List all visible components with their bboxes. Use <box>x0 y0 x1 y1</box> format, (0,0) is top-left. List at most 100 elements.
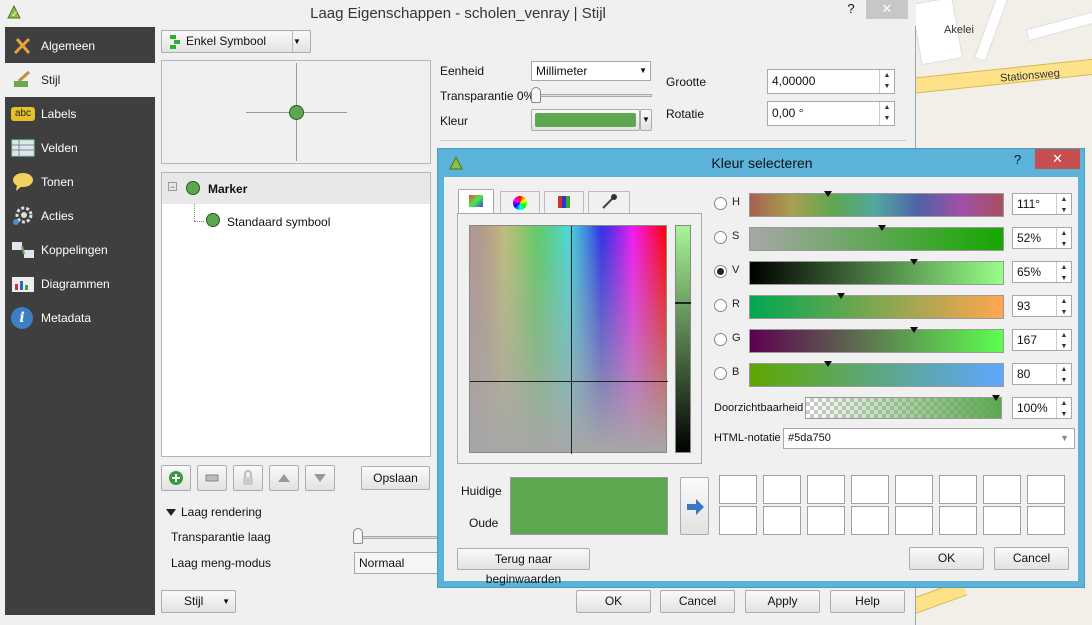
dialog-help-button[interactable]: ? <box>1014 152 1021 167</box>
lock-icon[interactable] <box>233 465 263 491</box>
channel-input[interactable]: 111° ▲ ▼ <box>1012 193 1072 215</box>
expand-icon[interactable] <box>166 506 176 516</box>
move-up-button[interactable] <box>269 465 299 491</box>
sidebar-item-acties[interactable]: Acties <box>5 199 155 233</box>
channel-radio[interactable] <box>714 265 727 278</box>
channel-radio[interactable] <box>714 299 727 312</box>
channel-input[interactable]: 52% ▲ ▼ <box>1012 227 1072 249</box>
stijl-menu-button[interactable]: Stijl ▼ <box>161 590 236 613</box>
sidebar-item-labels[interactable]: abc Labels <box>5 97 155 131</box>
cancel-button[interactable]: Cancel <box>660 590 735 613</box>
channel-spinner[interactable]: ▲ ▼ <box>1056 296 1071 316</box>
custom-color-swatch[interactable] <box>895 475 933 504</box>
channel-slider[interactable] <box>749 259 1004 285</box>
channel-radio[interactable] <box>714 231 727 244</box>
dialog-cancel-button[interactable]: Cancel <box>994 547 1069 570</box>
custom-color-swatch[interactable] <box>939 506 977 535</box>
tree-item-marker[interactable]: − Marker <box>162 173 430 204</box>
tree-item-standaard-symbool[interactable]: Standaard symbool <box>192 211 428 233</box>
custom-color-swatch[interactable] <box>719 506 757 535</box>
size-input[interactable]: 4,00000 ▲ ▼ <box>767 69 895 94</box>
ok-button[interactable]: OK <box>576 590 651 613</box>
channel-slider-marker[interactable] <box>824 191 833 197</box>
channel-input[interactable]: 80 ▲ ▼ <box>1012 363 1072 385</box>
channel-spinner[interactable]: ▲ ▼ <box>1056 194 1071 214</box>
custom-color-swatch[interactable] <box>763 506 801 535</box>
sidebar-item-stijl[interactable]: Stijl <box>5 63 155 97</box>
channel-radio[interactable] <box>714 197 727 210</box>
opacity-input[interactable]: 100% ▲ ▼ <box>1012 397 1072 419</box>
color-dropdown-button[interactable]: ▼ <box>640 109 652 131</box>
custom-color-swatch[interactable] <box>939 475 977 504</box>
value-slider[interactable] <box>675 225 691 453</box>
channel-spinner[interactable]: ▲ ▼ <box>1056 262 1071 282</box>
opacity-slider[interactable] <box>805 395 1002 419</box>
rotation-input[interactable]: 0,00 ° ▲ ▼ <box>767 101 895 126</box>
custom-color-swatch[interactable] <box>895 506 933 535</box>
color-box[interactable] <box>469 225 668 454</box>
custom-color-swatch[interactable] <box>763 475 801 504</box>
tab-eyedropper[interactable] <box>588 191 630 213</box>
channel-slider[interactable] <box>749 327 1004 353</box>
color-button[interactable] <box>531 109 640 131</box>
custom-color-swatch[interactable] <box>851 506 889 535</box>
layer-transparency-slider[interactable] <box>356 536 438 539</box>
custom-color-swatch[interactable] <box>719 475 757 504</box>
help-button[interactable]: ? <box>840 0 862 19</box>
custom-color-swatch[interactable] <box>807 506 845 535</box>
close-button[interactable]: ✕ <box>866 0 908 19</box>
channel-slider[interactable] <box>749 225 1004 251</box>
renderer-select[interactable]: Enkel Symbool ▼ <box>161 30 311 53</box>
add-symbol-layer-button[interactable] <box>161 465 191 491</box>
channel-spinner[interactable]: ▲ ▼ <box>1056 330 1071 350</box>
custom-color-swatch[interactable] <box>851 475 889 504</box>
channel-spinner[interactable]: ▲ ▼ <box>1056 228 1071 248</box>
opacity-spinner[interactable]: ▲ ▼ <box>1056 398 1071 418</box>
channel-slider-marker[interactable] <box>910 327 919 333</box>
channel-radio[interactable] <box>714 333 727 346</box>
channel-input[interactable]: 167 ▲ ▼ <box>1012 329 1072 351</box>
sidebar-item-diagrammen[interactable]: Diagrammen <box>5 267 155 301</box>
transparency-slider[interactable] <box>534 94 652 97</box>
channel-slider[interactable] <box>749 191 1004 217</box>
custom-color-swatch[interactable] <box>807 475 845 504</box>
channel-slider-marker[interactable] <box>824 361 833 367</box>
tab-color-wheel[interactable] <box>500 191 540 213</box>
sidebar-item-algemeen[interactable]: Algemeen <box>5 29 155 63</box>
rotation-spinner[interactable]: ▲ ▼ <box>879 102 894 125</box>
reset-button[interactable]: Terug naar beginwaarden <box>457 548 590 586</box>
dialog-close-button[interactable]: ✕ <box>1035 149 1080 169</box>
custom-color-swatch[interactable] <box>983 506 1021 535</box>
value-slider-handle[interactable] <box>675 302 691 304</box>
channel-slider-marker[interactable] <box>877 225 886 231</box>
channel-slider[interactable] <box>749 361 1004 387</box>
opacity-marker[interactable] <box>992 395 1000 401</box>
sidebar-item-velden[interactable]: Velden <box>5 131 155 165</box>
collapse-icon[interactable]: − <box>168 182 177 192</box>
custom-color-swatch[interactable] <box>983 475 1021 504</box>
help-footer-button[interactable]: Help <box>830 590 905 613</box>
tab-color-box[interactable] <box>458 189 494 213</box>
apply-button[interactable]: Apply <box>745 590 820 613</box>
blend-mode-select[interactable]: Normaal <box>354 552 438 574</box>
sidebar-item-metadata[interactable]: i Metadata <box>5 301 155 335</box>
add-to-swatch-button[interactable] <box>680 477 709 535</box>
size-spinner[interactable]: ▲ ▼ <box>879 70 894 93</box>
html-color-input[interactable]: #5da750 ▼ <box>783 428 1075 449</box>
channel-slider-marker[interactable] <box>910 259 919 265</box>
unit-select[interactable]: Millimeter ▼ <box>531 61 651 81</box>
move-down-button[interactable] <box>305 465 335 491</box>
channel-spinner[interactable]: ▲ ▼ <box>1056 364 1071 384</box>
opslaan-button[interactable]: Opslaan <box>361 466 430 490</box>
remove-symbol-layer-button[interactable] <box>197 465 227 491</box>
custom-color-swatch[interactable] <box>1027 475 1065 504</box>
laag-rendering-label[interactable]: Laag rendering <box>181 505 262 519</box>
slider-handle[interactable] <box>353 528 363 544</box>
slider-handle[interactable] <box>531 87 541 103</box>
channel-input[interactable]: 65% ▲ ▼ <box>1012 261 1072 283</box>
tab-swatches[interactable] <box>544 191 584 213</box>
channel-slider[interactable] <box>749 293 1004 319</box>
sidebar-item-koppelingen[interactable]: Koppelingen <box>5 233 155 267</box>
dialog-ok-button[interactable]: OK <box>909 547 984 570</box>
channel-radio[interactable] <box>714 367 727 380</box>
